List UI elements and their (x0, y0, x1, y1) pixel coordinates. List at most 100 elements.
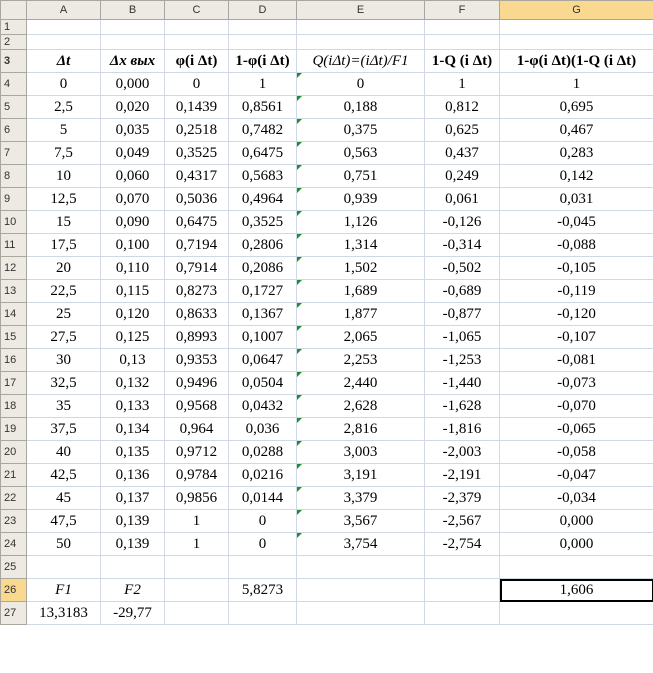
cell[interactable] (228, 555, 297, 579)
cell-c[interactable]: 0,1439 (164, 95, 229, 119)
cell-c[interactable]: 0,9496 (164, 371, 229, 395)
cell-d[interactable]: 1 (228, 72, 297, 96)
column-header-c[interactable]: C (164, 0, 229, 20)
cell-g[interactable]: -0,034 (499, 486, 653, 510)
cell-a[interactable]: 42,5 (26, 463, 101, 487)
row-header[interactable]: 2 (0, 34, 27, 50)
cell[interactable] (164, 19, 229, 35)
cell-b[interactable]: 0,125 (100, 325, 165, 349)
cell-d[interactable]: 0,1727 (228, 279, 297, 303)
cell-d[interactable]: 0 (228, 532, 297, 556)
cell-d[interactable]: 0,0288 (228, 440, 297, 464)
cell-a[interactable]: 17,5 (26, 233, 101, 257)
cell-b[interactable]: 0,110 (100, 256, 165, 280)
cell-a[interactable]: 20 (26, 256, 101, 280)
cell-b[interactable]: 0,139 (100, 509, 165, 533)
cell-a[interactable]: 0 (26, 72, 101, 96)
cell-a[interactable]: 50 (26, 532, 101, 556)
cell-b[interactable]: 0,133 (100, 394, 165, 418)
cell-c[interactable]: 0,2518 (164, 118, 229, 142)
cell-f[interactable]: -2,379 (424, 486, 500, 510)
cell-b[interactable]: 0,035 (100, 118, 165, 142)
cell-a[interactable]: 37,5 (26, 417, 101, 441)
cell[interactable] (499, 19, 653, 35)
header-cell-delta-x[interactable]: Δx вых (100, 49, 165, 73)
cell-c[interactable]: 0,9712 (164, 440, 229, 464)
cell-g[interactable]: -0,073 (499, 371, 653, 395)
cell-d[interactable]: 0,6475 (228, 141, 297, 165)
row-header[interactable]: 14 (0, 302, 27, 326)
cell-a[interactable]: 35 (26, 394, 101, 418)
row-header[interactable]: 26 (0, 578, 27, 602)
cell[interactable] (100, 19, 165, 35)
cell-f[interactable]: -2,754 (424, 532, 500, 556)
cell-a[interactable]: 25 (26, 302, 101, 326)
cell-e[interactable]: 0,939 (296, 187, 425, 211)
cell-c[interactable]: 0,4317 (164, 164, 229, 188)
cell-d[interactable]: 0,0647 (228, 348, 297, 372)
cell-g[interactable]: -0,070 (499, 394, 653, 418)
cell-e[interactable]: 1,502 (296, 256, 425, 280)
cell-b[interactable]: 0,060 (100, 164, 165, 188)
cell[interactable] (228, 601, 297, 625)
cell-b[interactable]: 0,137 (100, 486, 165, 510)
cell[interactable] (296, 578, 425, 602)
row-header[interactable]: 24 (0, 532, 27, 556)
value-f2[interactable]: -29,77 (100, 601, 165, 625)
cell-d[interactable]: 0,0144 (228, 486, 297, 510)
cell[interactable] (499, 601, 653, 625)
cell[interactable] (228, 34, 297, 50)
cell-d[interactable]: 0,7482 (228, 118, 297, 142)
cell-d26[interactable]: 5,8273 (228, 578, 297, 602)
header-cell-one-minus-phi[interactable]: 1-φ(i Δt) (228, 49, 297, 73)
row-header[interactable]: 8 (0, 164, 27, 188)
cell-c[interactable]: 0,7914 (164, 256, 229, 280)
cell[interactable] (26, 555, 101, 579)
cell-a[interactable]: 40 (26, 440, 101, 464)
cell-d[interactable]: 0,3525 (228, 210, 297, 234)
cell-e[interactable]: 0 (296, 72, 425, 96)
cell-f[interactable]: -0,689 (424, 279, 500, 303)
cell-b[interactable]: 0,049 (100, 141, 165, 165)
cell-d[interactable]: 0,0216 (228, 463, 297, 487)
cell-b[interactable]: 0,135 (100, 440, 165, 464)
cell-e[interactable]: 2,628 (296, 394, 425, 418)
cell-c[interactable]: 0,8993 (164, 325, 229, 349)
cell-e[interactable]: 1,126 (296, 210, 425, 234)
cell-a[interactable]: 27,5 (26, 325, 101, 349)
row-header[interactable]: 15 (0, 325, 27, 349)
cell-e[interactable]: 3,754 (296, 532, 425, 556)
cell-b[interactable]: 0,020 (100, 95, 165, 119)
cell[interactable] (424, 555, 500, 579)
cell-d[interactable]: 0,0432 (228, 394, 297, 418)
row-header[interactable]: 10 (0, 210, 27, 234)
row-header[interactable]: 1 (0, 19, 27, 35)
cell-g[interactable]: 0,031 (499, 187, 653, 211)
cell[interactable] (296, 555, 425, 579)
cell-e[interactable]: 0,375 (296, 118, 425, 142)
cell-a[interactable]: 7,5 (26, 141, 101, 165)
cell-f[interactable]: 0,437 (424, 141, 500, 165)
row-header[interactable]: 16 (0, 348, 27, 372)
column-header-b[interactable]: B (100, 0, 165, 20)
column-header-d[interactable]: D (228, 0, 297, 20)
cell-c[interactable]: 0,9784 (164, 463, 229, 487)
select-all-corner[interactable] (0, 0, 27, 20)
cell-f[interactable]: -1,440 (424, 371, 500, 395)
cell-g[interactable]: -0,107 (499, 325, 653, 349)
cell-g[interactable]: -0,105 (499, 256, 653, 280)
cell-f[interactable]: -2,567 (424, 509, 500, 533)
cell-a[interactable]: 32,5 (26, 371, 101, 395)
header-cell-product[interactable]: 1-φ(i Δt)(1-Q (i Δt) (499, 49, 653, 73)
cell[interactable] (164, 601, 229, 625)
cell-b[interactable]: 0,090 (100, 210, 165, 234)
cell-a[interactable]: 15 (26, 210, 101, 234)
cell-c[interactable]: 0,3525 (164, 141, 229, 165)
row-header[interactable]: 23 (0, 509, 27, 533)
row-header[interactable]: 12 (0, 256, 27, 280)
cell-a[interactable]: 5 (26, 118, 101, 142)
cell[interactable] (424, 34, 500, 50)
cell-d[interactable]: 0 (228, 509, 297, 533)
row-header[interactable]: 17 (0, 371, 27, 395)
cell[interactable] (424, 578, 500, 602)
